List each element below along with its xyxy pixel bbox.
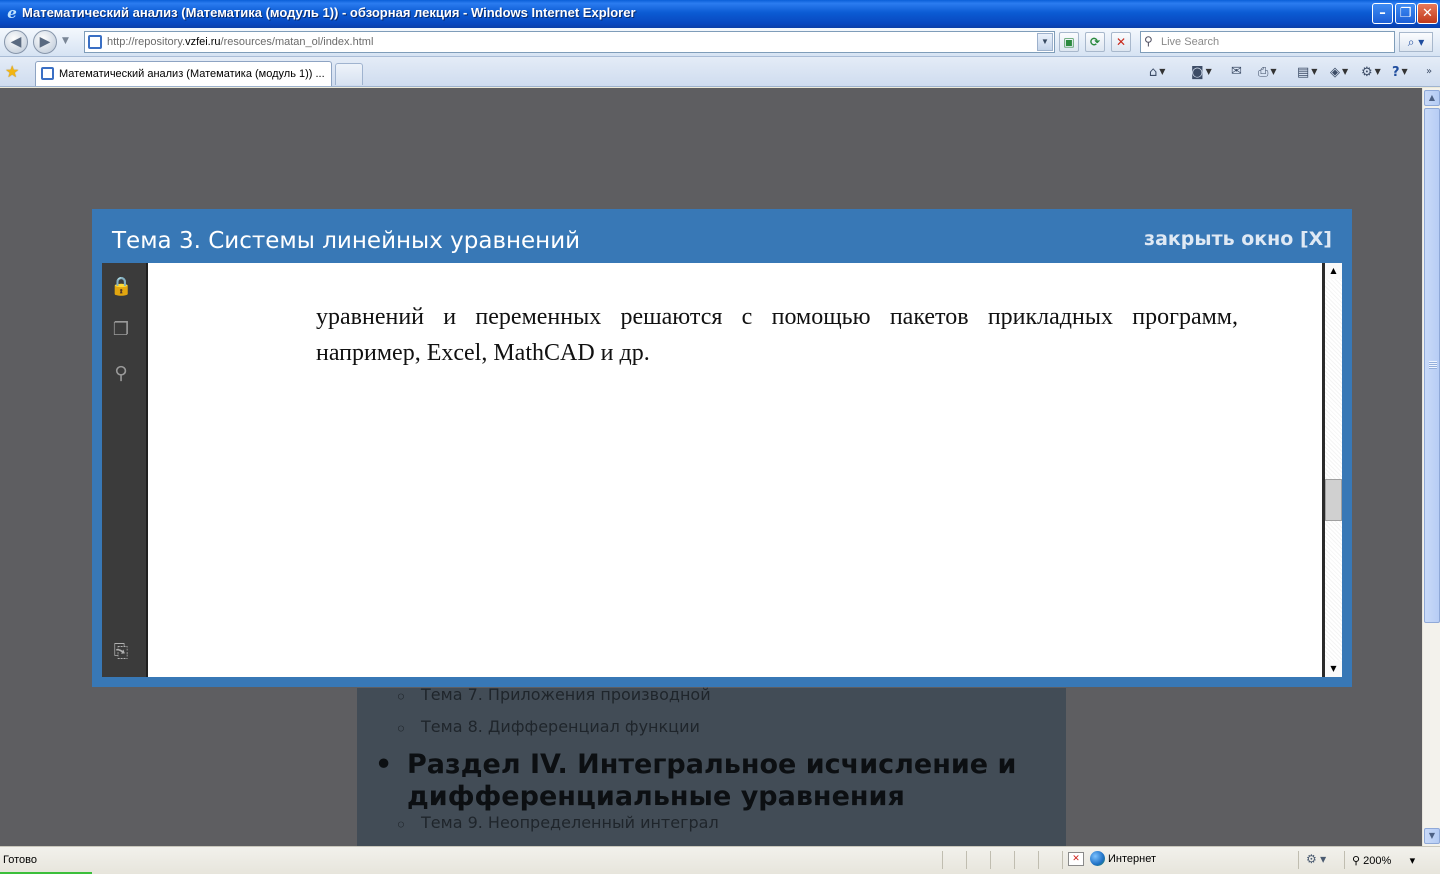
pdf-reader: 🔒 ❐ ⚲ ⎘ уравнений и переменных решаются … (102, 263, 1342, 677)
gear-icon: ⚙ (1361, 65, 1373, 80)
background-page-content: Тема 7. Приложения производной Тема 8. Д… (357, 685, 1066, 846)
status-bar: Готово ✕ Интернет ⚙ ▾ ⚲ 200% ▾ (0, 846, 1440, 874)
scroll-grip-icon (1429, 361, 1437, 369)
modal-title: Тема 3. Системы линейных уравнений (112, 228, 581, 254)
tab-active[interactable]: Математический анализ (Математика (модул… (35, 61, 332, 86)
document-text: уравнений и переменных решаются с помощь… (316, 304, 1238, 366)
home-button[interactable]: ⌂ ▼ (1149, 62, 1165, 82)
address-url[interactable]: http://repository.vzfei.ru/resources/mat… (107, 36, 373, 48)
lock-icon[interactable]: 🔒 (110, 276, 132, 298)
tab-row: ★ Математический анализ (Математика (мод… (0, 57, 1440, 87)
zoom-control[interactable]: ⚲ 200% ▾ (1352, 854, 1415, 867)
history-dropdown-icon[interactable]: ▼ (62, 36, 69, 46)
forward-button[interactable]: ▶ (33, 30, 57, 54)
restore-button[interactable]: ❐ (1395, 3, 1416, 24)
scroll-up-icon[interactable]: ▲ (1424, 90, 1440, 106)
address-dropdown-icon[interactable]: ▼ (1037, 33, 1053, 51)
status-divider (1344, 851, 1345, 869)
search-box[interactable]: ⚲ Live Search (1140, 31, 1395, 53)
zoom-level: 200% (1363, 855, 1392, 867)
help-icon: ? (1392, 65, 1400, 80)
list-item[interactable]: Тема 9. Неопределенный интеграл (395, 813, 719, 837)
scroll-thumb[interactable] (1424, 108, 1440, 623)
status-divider (1062, 851, 1063, 869)
page-scrollbar[interactable]: ▲ ▼ (1422, 88, 1440, 846)
status-divider (966, 851, 967, 869)
page-menu-button[interactable]: ▤ ▼ (1297, 62, 1317, 82)
status-divider (990, 851, 991, 869)
feeds-button[interactable]: ◙ ▼ (1191, 62, 1212, 82)
page-viewport: Тема 7. Приложения производной Тема 8. Д… (0, 88, 1422, 846)
navigation-bar: ◀ ▶ ▼ http://repository.vzfei.ru/resourc… (0, 28, 1440, 57)
favorites-star-icon[interactable]: ★ (5, 62, 19, 81)
minimize-button[interactable]: – (1372, 3, 1393, 24)
zone-label: Интернет (1108, 852, 1156, 865)
security-zone[interactable]: ✕ Интернет (1068, 851, 1156, 869)
window-title: Математический анализ (Математика (модул… (22, 5, 636, 20)
feeds-icon: ◙ (1191, 65, 1204, 80)
blocked-content-icon[interactable]: ✕ (1068, 851, 1084, 866)
mail-icon: ✉ (1231, 64, 1242, 79)
tab-page-icon (41, 67, 54, 80)
help-menu-button[interactable]: ? ▼ (1392, 62, 1408, 82)
search-provider-icon: ⚲ (1144, 34, 1153, 48)
safety-shield-icon: ◈ (1330, 65, 1340, 80)
page-icon: ▤ (1297, 65, 1310, 80)
search-button[interactable]: ⌕ ▾ (1399, 32, 1433, 52)
refresh-button[interactable]: ⟳ (1085, 32, 1105, 52)
reader-side-toolbar: 🔒 ❐ ⚲ ⎘ (102, 263, 148, 677)
document-scroll-up-icon[interactable]: ▲ (1325, 263, 1342, 279)
close-window-button[interactable]: ✕ (1417, 3, 1438, 24)
tab-label: Математический анализ (Математика (модул… (59, 68, 325, 80)
modal-close-link[interactable]: закрыть окно [X] (1144, 228, 1332, 250)
find-binoculars-icon[interactable]: ⚲ (110, 363, 132, 385)
status-divider (1298, 851, 1299, 869)
search-icon: ⌕ (1407, 35, 1415, 49)
document-scroll-track[interactable] (1325, 263, 1342, 677)
back-button[interactable]: ◀ (4, 30, 28, 54)
list-item[interactable]: Тема 8. Дифференциал функции (395, 717, 700, 741)
protected-mode-icon[interactable]: ⚙ ▾ (1306, 852, 1326, 866)
new-tab-button[interactable] (335, 63, 363, 85)
tools-menu-button[interactable]: ⚙ ▼ (1361, 62, 1381, 82)
stop-button[interactable]: ✕ (1111, 32, 1131, 52)
home-icon: ⌂ (1149, 65, 1158, 80)
status-text: Готово (3, 854, 37, 866)
scroll-down-icon[interactable]: ▼ (1424, 828, 1440, 844)
toolbar-overflow-icon[interactable]: » (1426, 62, 1432, 82)
document-scroll-down-icon[interactable]: ▼ (1325, 661, 1342, 677)
document-page: уравнений и переменных решаются с помощь… (150, 263, 1322, 677)
address-bar[interactable]: http://repository.vzfei.ru/resources/mat… (84, 31, 1055, 53)
window-titlebar: e Математический анализ (Математика (мод… (0, 0, 1440, 28)
search-placeholder[interactable]: Live Search (1161, 36, 1219, 48)
page-icon (88, 35, 102, 49)
mail-button[interactable]: ✉ (1231, 62, 1242, 82)
attachment-paperclip-icon[interactable]: ⎘ (110, 641, 132, 663)
document-scroll-thumb[interactable] (1325, 479, 1342, 521)
status-divider (1038, 851, 1039, 869)
ie-logo-icon: e (7, 4, 17, 22)
print-button[interactable]: ⎙ ▼ (1258, 62, 1277, 82)
topic-modal: Тема 3. Системы линейных уравнений закры… (92, 209, 1352, 687)
document-scrollbar[interactable]: ▲ ▼ (1322, 263, 1342, 677)
status-divider (1014, 851, 1015, 869)
list-item[interactable]: Тема 7. Приложения производной (395, 685, 711, 709)
pages-icon[interactable]: ❐ (110, 319, 132, 341)
print-icon: ⎙ (1258, 65, 1269, 80)
status-divider (942, 851, 943, 869)
section-heading[interactable]: Раздел IV. Интегральное исчисление и диф… (375, 749, 1047, 813)
compatibility-view-button[interactable]: ▣ (1059, 32, 1079, 52)
globe-icon (1090, 851, 1105, 866)
safety-menu-button[interactable]: ◈ ▼ (1330, 62, 1348, 82)
